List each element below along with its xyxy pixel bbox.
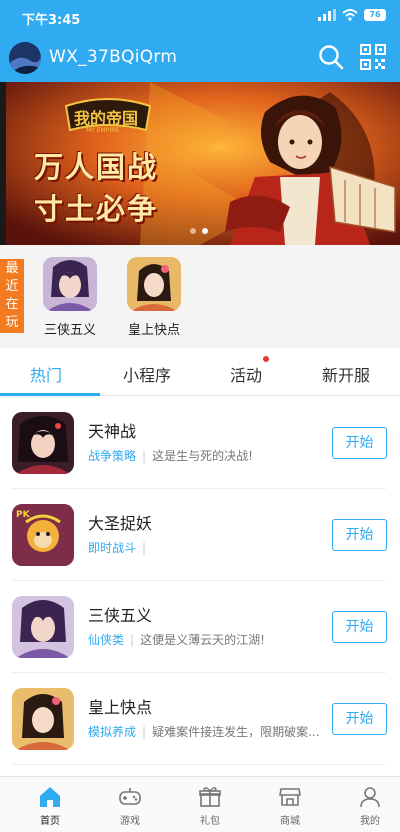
meta-separator: |: [142, 725, 147, 739]
banner-logo-subtext: MY EMPIRE: [86, 127, 120, 134]
recent-tag-char: 近: [5, 279, 19, 294]
game-list-item[interactable]: 皇上快点 模拟养成 | 疑难案件接连发生，限期破案... 开始: [0, 673, 400, 765]
home-icon: [40, 787, 60, 807]
recent-tag-char: 最: [5, 261, 19, 276]
recent-game-huangshangkuaidian[interactable]: 皇上快点: [122, 257, 186, 338]
start-game-button[interactable]: 开始: [332, 611, 387, 643]
banner-dot-1[interactable]: [190, 228, 196, 234]
row-divider: [12, 764, 386, 765]
status-icons: 76: [318, 9, 386, 21]
game-category: 战争策略: [88, 449, 137, 463]
category-tabs: 热门 小程序 活动 新开服: [0, 348, 400, 396]
nav-profile[interactable]: 我的: [330, 777, 400, 832]
game-category: 仙侠类: [88, 633, 125, 647]
game-meta: 即时战斗 |: [88, 539, 152, 556]
recent-game-label: 皇上快点: [127, 323, 180, 338]
recently-played-section: 最 近 在 玩 三侠五义 皇上快点: [0, 245, 400, 348]
game-list-item[interactable]: 天神战 战争策略 | 这是生与死的决战! 开始: [0, 397, 400, 489]
start-game-button[interactable]: 开始: [332, 519, 387, 551]
qr-code-icon[interactable]: [360, 44, 386, 70]
nav-label: 首页: [40, 816, 60, 827]
start-game-button[interactable]: 开始: [332, 703, 387, 735]
game-name: 皇上快点: [88, 698, 153, 717]
battery-icon: 76: [364, 9, 386, 21]
meta-separator: |: [130, 633, 135, 647]
dashengzhuoyao-game-icon: PK: [12, 504, 74, 566]
game-category: 即时战斗: [88, 541, 137, 555]
banner-game-logo: 我的帝国 MY EMPIRE: [62, 96, 154, 140]
nav-label: 商城: [280, 816, 300, 827]
game-meta: 战争策略 | 这是生与死的决战!: [88, 447, 253, 464]
banner-dot-2[interactable]: [202, 228, 208, 234]
bottom-navigation: 首页 游戏 礼包 商城 我的: [0, 776, 400, 832]
game-name: 大圣捉妖: [88, 514, 153, 533]
banner-logo-text: 我的帝国: [74, 109, 139, 128]
gamepad-icon: [119, 788, 141, 805]
nav-label: 我的: [360, 816, 380, 827]
nav-label: 礼包: [200, 816, 220, 827]
avatar[interactable]: [9, 42, 41, 74]
game-description: 这便是义薄云天的江湖!: [140, 633, 265, 647]
sanxiawuyi-game-icon: [12, 596, 74, 658]
username[interactable]: WX_37BQiQrm: [49, 47, 177, 67]
game-description: 疑难案件接连发生，限期破案...: [152, 725, 320, 739]
tab-hot[interactable]: 热门: [30, 362, 62, 386]
game-list-item[interactable]: 三侠五义 仙侠类 | 这便是义薄云天的江湖! 开始: [0, 581, 400, 673]
recent-tag-char: 玩: [5, 315, 19, 330]
sanxiawuyi-game-icon: [43, 257, 97, 311]
status-time: 下午3:45: [22, 13, 81, 28]
game-name: 三侠五义: [88, 606, 153, 625]
game-meta: 仙侠类 | 这便是义薄云天的江湖!: [88, 631, 265, 648]
status-bar: 下午3:45 76: [0, 0, 400, 32]
tab-active-indicator: [0, 393, 100, 396]
start-game-button[interactable]: 开始: [332, 427, 387, 459]
banner-headline-2: 寸土必争: [34, 192, 159, 226]
search-icon[interactable]: [318, 44, 344, 70]
tab-mini-program[interactable]: 小程序: [123, 362, 171, 386]
tab-new-servers[interactable]: 新开服: [322, 362, 370, 386]
wifi-icon: [342, 9, 358, 21]
app-header: 下午3:45 76 WX_37BQiQrm: [0, 0, 400, 82]
store-icon: [279, 788, 301, 806]
huangshangkuaidian-game-icon: [127, 257, 181, 311]
recently-played-tag: 最 近 在 玩: [0, 259, 24, 333]
nav-games[interactable]: 游戏: [90, 777, 170, 832]
meta-separator: |: [142, 449, 147, 463]
recent-tag-char: 在: [5, 297, 19, 312]
banner-pagination: [190, 228, 208, 234]
tianshenzhan-game-icon: [12, 412, 74, 474]
recent-game-sanxiawuyi[interactable]: 三侠五义: [38, 257, 102, 338]
user-icon: [360, 787, 380, 808]
promo-banner[interactable]: 我的帝国 MY EMPIRE 万人国战 寸土必争: [0, 82, 400, 245]
huangshangkuaidian-game-icon: [12, 688, 74, 750]
game-name: 天神战: [88, 422, 137, 441]
top-bar: WX_37BQiQrm: [0, 32, 400, 82]
recent-game-label: 三侠五义: [43, 323, 96, 338]
nav-home[interactable]: 首页: [10, 777, 90, 832]
svg-text:PK: PK: [16, 510, 31, 520]
meta-separator: |: [142, 541, 147, 555]
gift-icon: [199, 787, 221, 807]
nav-gifts[interactable]: 礼包: [170, 777, 250, 832]
nav-store[interactable]: 商城: [250, 777, 330, 832]
game-category: 模拟养成: [88, 725, 137, 739]
game-meta: 模拟养成 | 疑难案件接连发生，限期破案...: [88, 723, 320, 740]
activities-badge: [263, 356, 269, 362]
nav-label: 游戏: [120, 816, 140, 827]
signal-icon: [318, 9, 336, 21]
game-list-item[interactable]: PK 大圣捉妖 即时战斗 | 开始: [0, 489, 400, 581]
game-description: 这是生与死的决战!: [152, 449, 253, 463]
banner-headline-1: 万人国战: [34, 150, 159, 184]
tab-activities[interactable]: 活动: [230, 362, 262, 386]
